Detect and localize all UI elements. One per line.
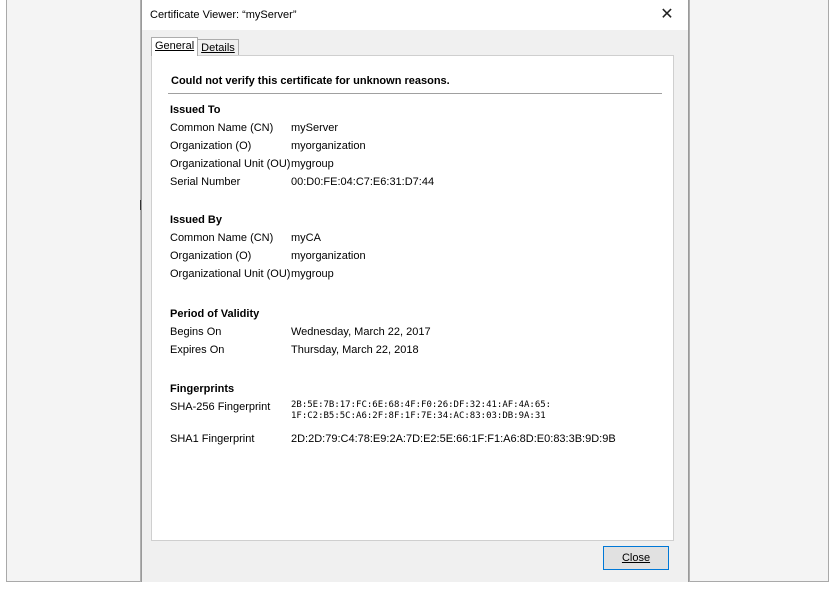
issued-by-ou-row: Organizational Unit (OU)mygroup [170,268,334,280]
validity-title: Period of Validity [170,308,260,320]
close-button-label: Close [621,552,651,564]
serial-number-row: Serial Number 00:D0:FE:04:C7:E6:31:D7:44 [170,176,434,188]
verification-warning: Could not verify this certificate for un… [171,75,450,87]
field-label: Organizational Unit (OU) [170,268,291,280]
field-value: 00:D0:FE:04:C7:E6:31:D7:44 [291,176,435,188]
issued-by-title: Issued By [170,214,222,226]
field-label: Expires On [170,344,225,356]
sha256-line-2: 1F:C2:B5:5C:A6:2F:8F:1F:7E:34:AC:83:03:D… [291,411,546,421]
close-icon[interactable]: ✕ [654,3,680,25]
field-label: Common Name (CN) [170,232,274,244]
issued-to-title: Issued To [170,104,221,116]
sha256-label: SHA-256 Fingerprint [170,401,271,413]
general-panel: Could not verify this certificate for un… [151,55,674,541]
field-label: Organizational Unit (OU) [170,158,291,170]
issued-to-o-row: Organization (O) myorganization [170,140,366,152]
certificate-viewer-dialog: Certificate Viewer: “myServer” ✕ General… [141,0,689,582]
field-label: Organization (O) [170,250,252,262]
sha1-value: 2D:2D:79:C4:78:E9:2A:7D:E2:5E:66:1F:F1:A… [291,433,616,445]
field-label: Common Name (CN) [170,122,274,134]
close-button[interactable]: Close [603,546,669,570]
field-value: mygroup [291,268,334,280]
sha256-line-1: 2B:5E:7B:17:FC:6E:68:4F:F0:26:DF:32:41:A… [291,400,552,410]
field-value: Wednesday, March 22, 2017 [291,326,431,338]
field-label: Organization (O) [170,140,252,152]
fingerprints-title: Fingerprints [170,383,235,395]
field-value: mygroup [291,158,334,170]
expires-on-row: Expires On Thursday, March 22, 2018 [170,344,419,356]
field-value: Thursday, March 22, 2018 [291,344,419,356]
sha256-value: 2B:5E:7B:17:FC:6E:68:4F:F0:26:DF:32:41:A… [291,400,551,422]
dialog-titlebar[interactable]: Certificate Viewer: “myServer” ✕ [142,0,688,30]
sha1-label: SHA1 Fingerprint [170,433,255,445]
field-label: Serial Number [170,176,241,188]
begins-on-row: Begins On Wednesday, March 22, 2017 [170,326,431,338]
issued-by-o-row: Organization (O) myorganization [170,250,366,262]
tab-bar: General Details [151,37,239,56]
field-value: myorganization [291,140,366,152]
divider [168,93,662,94]
field-value: myServer [291,122,339,134]
dialog-title: Certificate Viewer: “myServer” [150,9,297,21]
background-divider-right [689,0,690,582]
field-label: Begins On [170,326,222,338]
tab-details[interactable]: Details [197,39,239,56]
field-value: myorganization [291,250,366,262]
tab-general[interactable]: General [151,37,199,56]
issued-to-cn-row: Common Name (CN) myServer [170,122,338,134]
issued-by-cn-row: Common Name (CN) myCA [170,232,321,244]
issued-to-ou-row: Organizational Unit (OU)mygroup [170,158,334,170]
field-value: myCA [291,232,321,244]
